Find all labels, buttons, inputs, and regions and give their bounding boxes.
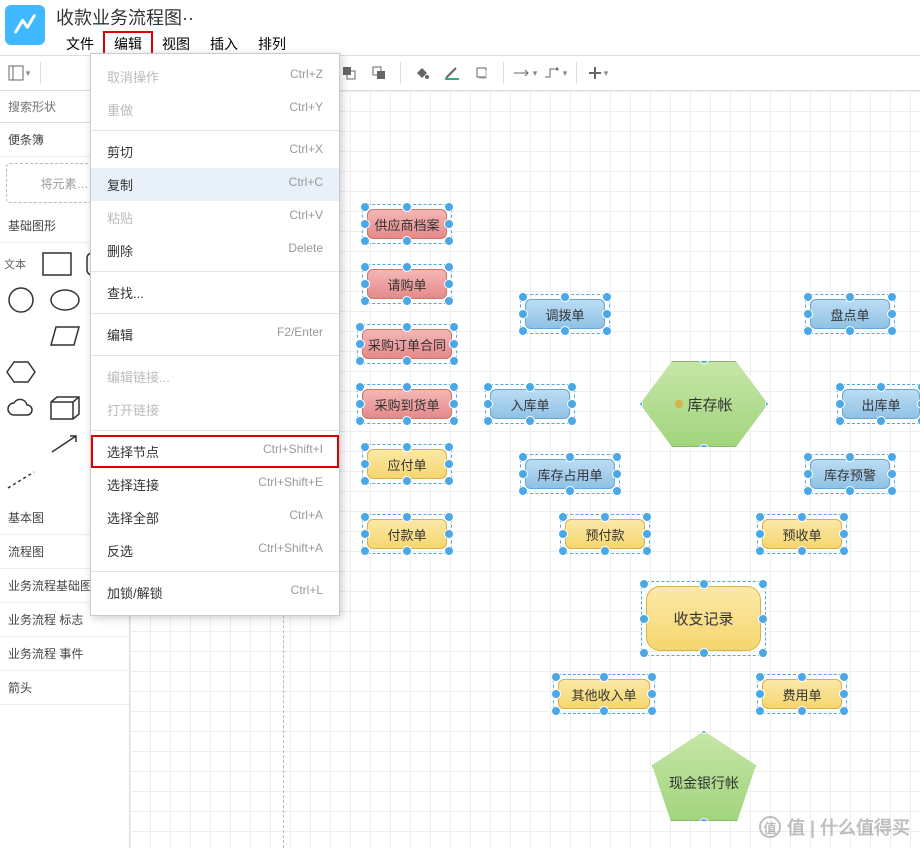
- topbar: 收款业务流程图·· 文件 编辑 视图 插入 排列: [0, 0, 920, 55]
- connection-dropdown[interactable]: [512, 60, 538, 86]
- node-inbound[interactable]: 入库单: [490, 389, 570, 419]
- node-expense[interactable]: 费用单: [762, 679, 842, 709]
- shape-cube[interactable]: [48, 393, 82, 423]
- node-requisition[interactable]: 请购单: [367, 269, 447, 299]
- shape-parallelogram[interactable]: [48, 321, 82, 351]
- waypoint-dropdown[interactable]: [542, 60, 568, 86]
- menu-item: 粘贴Ctrl+V: [91, 201, 339, 234]
- node-outbound[interactable]: 出库单: [842, 389, 920, 419]
- text-label: 文本: [4, 249, 30, 279]
- toback-icon[interactable]: [366, 60, 392, 86]
- node-transfer[interactable]: 调拨单: [525, 299, 605, 329]
- node-payment[interactable]: 付款单: [367, 519, 447, 549]
- shape-rect[interactable]: [40, 249, 74, 279]
- menu-item[interactable]: 选择全部Ctrl+A: [91, 501, 339, 534]
- node-supplier[interactable]: 供应商档案: [367, 209, 447, 239]
- menu-item[interactable]: 查找...: [91, 276, 339, 309]
- watermark: 值值 | 什么值得买: [759, 814, 910, 840]
- cat-5[interactable]: 箭头: [0, 671, 129, 705]
- shape-cloud[interactable]: [4, 393, 38, 423]
- node-warning[interactable]: 库存预警: [810, 459, 890, 489]
- fill-icon[interactable]: [409, 60, 435, 86]
- shape-arrow[interactable]: [48, 429, 82, 459]
- menu-item: 打开链接: [91, 393, 339, 426]
- node-prepay[interactable]: 预付款: [565, 519, 645, 549]
- menu-item[interactable]: 反选Ctrl+Shift+A: [91, 534, 339, 567]
- menu-item[interactable]: 复制Ctrl+C: [91, 168, 339, 201]
- node-inventory[interactable]: 库存帐: [640, 361, 768, 447]
- node-payable[interactable]: 应付单: [367, 449, 447, 479]
- menu-item: 取消操作Ctrl+Z: [91, 60, 339, 93]
- node-cash[interactable]: 现金银行帐: [652, 731, 756, 821]
- app-logo: [5, 5, 45, 45]
- menu-item: 编辑链接...: [91, 360, 339, 393]
- edit-dropdown: 取消操作Ctrl+Z重做Ctrl+Y 剪切Ctrl+X复制Ctrl+C粘贴Ctrl…: [90, 53, 340, 616]
- menu-item[interactable]: 编辑F2/Enter: [91, 318, 339, 351]
- node-ledger[interactable]: 收支记录: [646, 586, 761, 651]
- shape-circle[interactable]: [4, 285, 38, 315]
- add-dropdown[interactable]: [585, 60, 611, 86]
- cat-4[interactable]: 业务流程 事件: [0, 637, 129, 671]
- shape-ellipse[interactable]: [48, 285, 82, 315]
- menu-item: 重做Ctrl+Y: [91, 93, 339, 126]
- node-otherin[interactable]: 其他收入单: [558, 679, 650, 709]
- node-count[interactable]: 盘点单: [810, 299, 890, 329]
- node-receipt[interactable]: 采购到货单: [362, 389, 452, 419]
- menu-item[interactable]: 剪切Ctrl+X: [91, 135, 339, 168]
- node-po[interactable]: 采购订单合同: [362, 329, 452, 359]
- document-title[interactable]: 收款业务流程图··: [50, 0, 296, 32]
- menu-item[interactable]: 选择节点Ctrl+Shift+I: [91, 435, 339, 468]
- shape-hexagon[interactable]: [4, 357, 38, 387]
- layout-dropdown[interactable]: [6, 60, 32, 86]
- shape-dashline[interactable]: [4, 465, 38, 495]
- menu-item[interactable]: 选择连接Ctrl+Shift+E: [91, 468, 339, 501]
- node-occupy[interactable]: 库存占用单: [525, 459, 615, 489]
- shadow-icon[interactable]: [469, 60, 495, 86]
- menu-item[interactable]: 加锁/解锁Ctrl+L: [91, 576, 339, 609]
- node-prereceipt[interactable]: 预收单: [762, 519, 842, 549]
- menu-item[interactable]: 删除Delete: [91, 234, 339, 267]
- stroke-icon[interactable]: [439, 60, 465, 86]
